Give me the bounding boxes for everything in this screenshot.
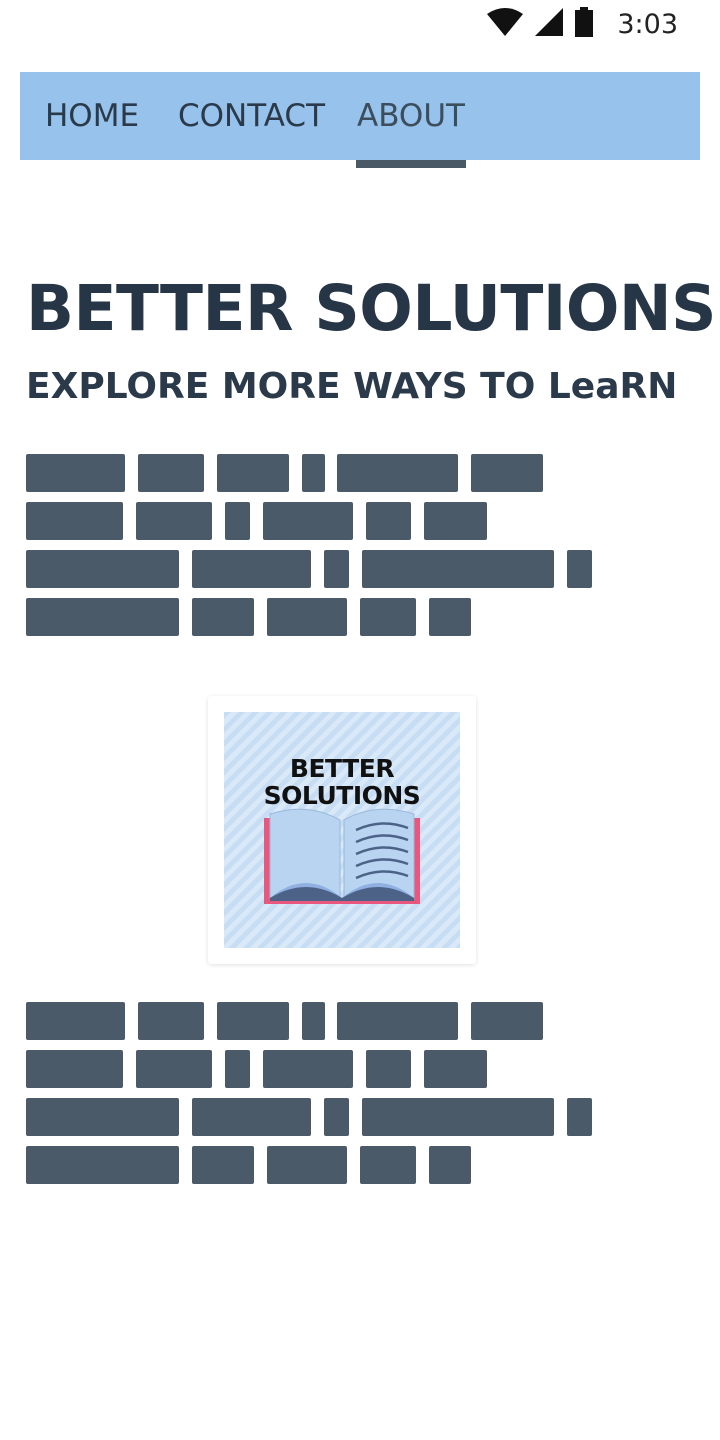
status-time: 3:03 [617,8,678,40]
battery-icon [575,7,594,41]
page-title: BETTER SOLUTIONS [26,272,716,345]
redacted-word [26,1050,123,1088]
better-solutions-logo: BETTER SOLUTIONS [224,712,460,948]
redacted-word [337,454,458,492]
redacted-word [192,1146,254,1184]
redacted-word [471,1002,543,1040]
redacted-word [192,598,254,636]
redacted-word [362,1098,554,1136]
redacted-word [362,550,554,588]
redacted-word [567,1098,592,1136]
status-icons: 3:03 [487,7,678,41]
redacted-word [567,550,592,588]
redacted-word [26,550,179,588]
redacted-word [471,454,543,492]
redacted-word [267,598,347,636]
redacted-word [26,1146,179,1184]
page-subtitle: EXPLORE MORE WAYS TO LeaRN [26,366,678,407]
redacted-word [138,1002,204,1040]
wifi-icon [487,8,524,40]
redacted-line [26,598,706,646]
redacted-word [217,1002,289,1040]
redacted-word [302,1002,325,1040]
redacted-line [26,1146,706,1194]
redacted-word [26,598,179,636]
redacted-word [26,1002,125,1040]
redacted-word [263,502,353,540]
redacted-word [192,1098,311,1136]
redacted-word [267,1146,347,1184]
redacted-word [26,1098,179,1136]
redacted-word [366,502,411,540]
redacted-word [26,502,123,540]
redacted-paragraph-bottom [26,1002,706,1194]
redacted-word [429,1146,471,1184]
redacted-line [26,1002,706,1050]
nav-item-home[interactable]: HOME [45,72,139,160]
open-book-icon [264,808,420,904]
redacted-word [136,1050,212,1088]
redacted-word [337,1002,458,1040]
redacted-line [26,550,706,598]
redacted-word [424,1050,487,1088]
redacted-word [360,598,416,636]
active-tab-indicator [356,160,466,168]
redacted-word [192,550,311,588]
nav-item-about[interactable]: ABOUT [357,72,465,160]
redacted-line [26,454,706,502]
redacted-word [324,1098,349,1136]
redacted-word [424,502,487,540]
logo-text-line-1: BETTER [289,754,395,783]
redacted-word [225,502,250,540]
redacted-word [360,1146,416,1184]
redacted-word [324,550,349,588]
redacted-word [263,1050,353,1088]
status-bar: 3:03 [0,0,720,48]
redacted-line [26,1050,706,1098]
redacted-word [138,454,204,492]
redacted-paragraph-top [26,454,706,646]
redacted-word [429,598,471,636]
nav-item-contact[interactable]: CONTACT [178,72,325,160]
redacted-word [225,1050,250,1088]
redacted-word [26,454,125,492]
redacted-word [217,454,289,492]
nav-bar: HOME CONTACT ABOUT [20,72,700,160]
logo-card: BETTER SOLUTIONS [208,696,476,964]
redacted-word [136,502,212,540]
redacted-line [26,502,706,550]
redacted-line [26,1098,706,1146]
redacted-word [366,1050,411,1088]
redacted-word [302,454,325,492]
signal-icon [535,8,564,40]
